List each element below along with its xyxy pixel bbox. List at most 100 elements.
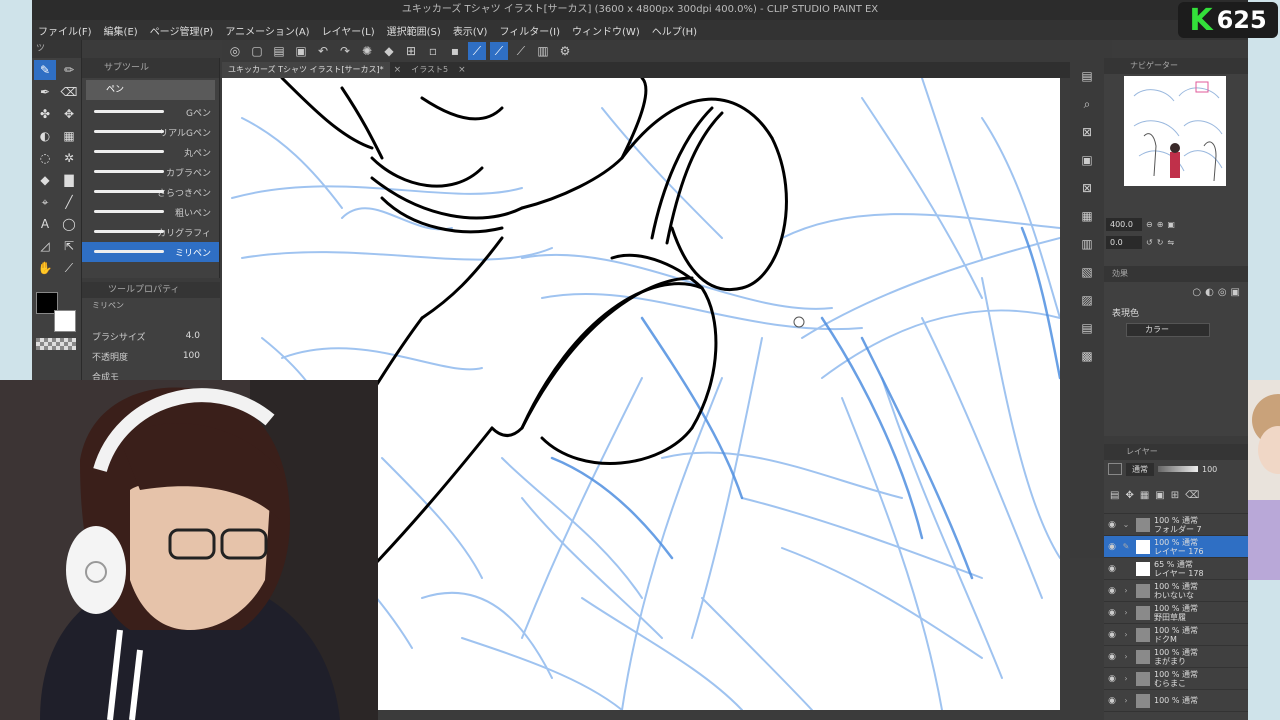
chevron-right-icon[interactable]: › xyxy=(1120,630,1132,639)
effect-border-icon[interactable]: ○ xyxy=(1192,287,1201,298)
layer-row[interactable]: ◉ ⌄ 100 % 通常 フォルダー 7 xyxy=(1104,514,1248,536)
layer-row[interactable]: ◉ › 100 % 通常 まがまり xyxy=(1104,646,1248,668)
eye-icon[interactable]: ◉ xyxy=(1104,630,1120,640)
close-tab-icon[interactable]: × xyxy=(394,65,402,75)
settings-icon[interactable]: ⚙ xyxy=(556,42,574,60)
snap-grid-icon[interactable]: ⟋ xyxy=(512,42,530,60)
auto-select-tool-icon[interactable]: ✲ xyxy=(58,148,80,168)
frame-tool-icon[interactable]: ◿ xyxy=(34,236,56,256)
eye-icon[interactable]: ◉ xyxy=(1104,608,1120,618)
move-tool-icon[interactable]: ✥ xyxy=(58,104,80,124)
zoom-out-icon[interactable]: ⊖ xyxy=(1146,220,1153,229)
layer-property-icon[interactable]: ⊠ xyxy=(1077,122,1097,142)
effect-extract-icon[interactable]: ◐ xyxy=(1205,287,1214,298)
menu-filter[interactable]: フィルター(I) xyxy=(499,23,560,38)
color-set-icon[interactable]: ▥ xyxy=(1077,234,1097,254)
eye-icon[interactable]: ◉ xyxy=(1104,586,1120,596)
eraser-tool-icon[interactable]: ⌫ xyxy=(58,82,80,102)
menu-animation[interactable]: アニメーション(A) xyxy=(225,23,309,38)
subtool-group-pen[interactable]: ペン xyxy=(86,80,215,100)
expression-color-select[interactable]: カラー xyxy=(1126,323,1210,337)
layer-row[interactable]: ◉ › 100 % 通常 ドクM xyxy=(1104,624,1248,646)
menu-window[interactable]: ウィンドウ(W) xyxy=(572,23,640,38)
lasso-tool-icon[interactable]: ◌ xyxy=(34,148,56,168)
delete-layer-icon[interactable]: ⌫ xyxy=(1185,490,1199,501)
chevron-right-icon[interactable]: › xyxy=(1120,608,1132,617)
new-icon[interactable]: ▢ xyxy=(248,42,266,60)
eye-icon[interactable]: ◉ xyxy=(1104,674,1120,684)
navigator-thumbnail[interactable] xyxy=(1124,76,1226,186)
eye-icon[interactable]: ◉ xyxy=(1104,542,1120,552)
app-icon[interactable]: ◎ xyxy=(226,42,244,60)
effect-tone-icon[interactable]: ◎ xyxy=(1218,287,1227,298)
hand-tool-icon[interactable]: ✋ xyxy=(34,258,56,278)
eyedropper-tool-icon[interactable]: ⌖ xyxy=(34,192,56,212)
layer-color-box[interactable] xyxy=(1108,463,1122,475)
color-wheel-icon[interactable]: ▦ xyxy=(1077,206,1097,226)
menu-layer[interactable]: レイヤー(L) xyxy=(322,23,375,38)
layer-opacity-value[interactable]: 100 xyxy=(1202,465,1217,474)
rotation-value[interactable]: 0.0 xyxy=(1106,235,1142,249)
timeline-icon[interactable]: ▩ xyxy=(1077,346,1097,366)
search-icon[interactable]: ⌕ xyxy=(1077,94,1097,114)
transform-icon[interactable]: ⊞ xyxy=(402,42,420,60)
pen-tool-icon[interactable]: ✎ xyxy=(34,60,56,80)
document-tab-active[interactable]: ユキッカーズ Tシャツ イラスト[サーカス]* xyxy=(222,62,390,78)
effect-layer-color-icon[interactable]: ▣ xyxy=(1231,287,1240,298)
item-bank-icon[interactable]: ▤ xyxy=(1077,318,1097,338)
material-icon[interactable]: ▤ xyxy=(1077,66,1097,86)
new-vector-icon[interactable]: ✥ xyxy=(1125,490,1133,501)
chevron-right-icon[interactable]: › xyxy=(1120,586,1132,595)
brush-calligraphy[interactable]: カリグラフィ xyxy=(82,222,219,242)
color-history-icon[interactable]: ▧ xyxy=(1077,262,1097,282)
busy-icon[interactable]: ✺ xyxy=(358,42,376,60)
brush-kabura-pen[interactable]: カブラペン xyxy=(82,162,219,182)
save-icon[interactable]: ▣ xyxy=(292,42,310,60)
menu-help[interactable]: ヘルプ(H) xyxy=(652,23,697,38)
sub-color-swatch[interactable] xyxy=(54,310,76,332)
memo-icon[interactable]: ▥ xyxy=(534,42,552,60)
ruler-tool-icon[interactable]: ⇱ xyxy=(58,236,80,256)
layer-row[interactable]: ◉ › 100 % 通常 むらまこ xyxy=(1104,668,1248,690)
blend-tool-icon[interactable]: ◐ xyxy=(34,126,56,146)
ellipse-tool-icon[interactable]: ◯ xyxy=(58,214,80,234)
brush-size-value[interactable]: 4.0 xyxy=(186,331,200,341)
menu-selection[interactable]: 選択範囲(S) xyxy=(387,23,441,38)
zoom-in-icon[interactable]: ⊕ xyxy=(1157,220,1164,229)
zoom-value[interactable]: 400.0 xyxy=(1106,217,1142,231)
rotate-right-icon[interactable]: ↻ xyxy=(1157,238,1164,247)
decoration-tool-icon[interactable]: ✤ xyxy=(34,104,56,124)
subview-icon[interactable]: ⊠ xyxy=(1077,178,1097,198)
brush-milli-pen[interactable]: ミリペン xyxy=(82,242,219,262)
brush-maru-pen[interactable]: 丸ペン xyxy=(82,142,219,162)
opacity-row[interactable]: 不透明度 100 xyxy=(82,346,220,366)
fill-tool-icon[interactable]: ◆ xyxy=(34,170,56,190)
menu-page[interactable]: ページ管理(P) xyxy=(150,23,214,38)
chevron-right-icon[interactable]: › xyxy=(1120,696,1132,705)
open-folder-icon[interactable]: ▤ xyxy=(270,42,288,60)
layer-blend-select[interactable]: 通常 xyxy=(1126,462,1154,476)
merge-icon[interactable]: ⊞ xyxy=(1171,490,1179,501)
clear-icon[interactable]: ▫ xyxy=(424,42,442,60)
undo-icon[interactable]: ↶ xyxy=(314,42,332,60)
text-tool-icon[interactable]: A xyxy=(34,214,56,234)
brush-size-row[interactable]: ブラシサイズ 4.0 xyxy=(82,326,220,346)
pencil-tool-icon[interactable]: ✏ xyxy=(58,60,80,80)
transparent-color-swatch[interactable] xyxy=(36,338,76,350)
snap-special-ruler-icon[interactable]: ⟋ xyxy=(490,42,508,60)
layer-row-selected[interactable]: ◉ ✎ 100 % 通常 レイヤー 176 xyxy=(1104,536,1248,558)
new-folder-icon[interactable]: ▦ xyxy=(1140,490,1149,501)
eye-icon[interactable]: ◉ xyxy=(1104,652,1120,662)
layer-row[interactable]: ◉ 65 % 通常 レイヤー 178 xyxy=(1104,558,1248,580)
chevron-right-icon[interactable]: › xyxy=(1120,674,1132,683)
shape-tool-icon[interactable]: ▇ xyxy=(58,170,80,190)
snap-ruler-icon[interactable]: ⟋ xyxy=(468,42,486,60)
layer-row[interactable]: ◉ › 100 % 通常 xyxy=(1104,690,1248,712)
layer-row[interactable]: ◉ › 100 % 通常 野田草履 xyxy=(1104,602,1248,624)
zoom-tool-icon[interactable]: ⟋ xyxy=(58,258,80,278)
eye-icon[interactable]: ◉ xyxy=(1104,520,1120,530)
opacity-value[interactable]: 100 xyxy=(183,351,200,361)
gradient-tool-icon[interactable]: ▦ xyxy=(58,126,80,146)
brush-rough-pen[interactable]: 粗いペン xyxy=(82,202,219,222)
redo-icon[interactable]: ↷ xyxy=(336,42,354,60)
